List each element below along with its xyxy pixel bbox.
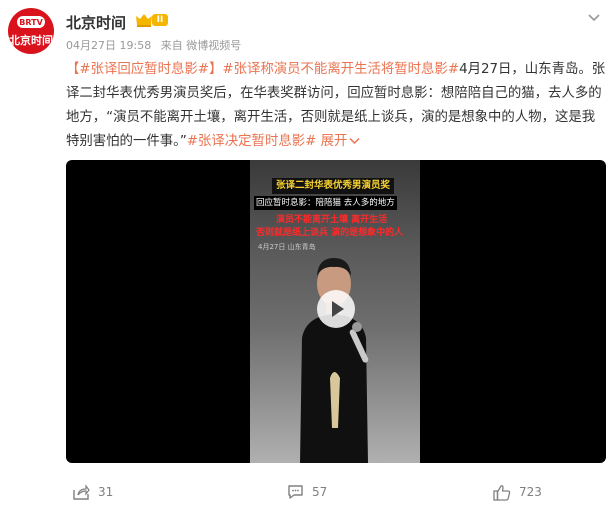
level-badge: II xyxy=(152,14,168,26)
comment-icon xyxy=(288,485,303,499)
brtv-logo-icon: BRTV xyxy=(17,16,45,28)
account-avatar[interactable]: BRTV 北京时间 xyxy=(8,8,54,54)
chevron-down-icon[interactable] xyxy=(586,12,602,24)
person-figure xyxy=(300,258,369,463)
crown-icon xyxy=(136,14,152,27)
action-bar: 31 57 723 xyxy=(0,477,614,507)
post-text: 【#张译回应暂时息影#】#张译称演员不能离开生活将暂时息影#4月27日，山东青岛… xyxy=(66,58,606,154)
post-meta: 04月27日 19:58 来自 微博视频号 xyxy=(66,37,247,53)
topic-tag[interactable]: #张译决定暂时息影# xyxy=(187,134,317,149)
like-button[interactable]: 723 xyxy=(493,477,542,507)
post-date[interactable]: 04月27日 19:58 xyxy=(66,39,151,52)
topic-tag[interactable]: 【#张译回应暂时息影#】 xyxy=(66,62,222,77)
svg-text:BRTV: BRTV xyxy=(19,18,43,27)
share-icon xyxy=(73,484,90,500)
share-button[interactable]: 31 xyxy=(72,477,113,507)
video-caption: 回应暂时息影：陪陪猫 去人多的地方 xyxy=(254,196,397,210)
video-caption: 演员不能离开土壤 离开生活 xyxy=(276,215,388,225)
thumbs-up-icon xyxy=(493,484,511,501)
account-name[interactable]: 北京时间 xyxy=(66,12,126,33)
topic-tag[interactable]: #张译称演员不能离开生活将暂时息影# xyxy=(222,62,459,77)
weibo-post-card: BRTV 北京时间 北京时间 II 04月27日 19:58 来自 微博视频号 … xyxy=(0,0,614,507)
video-caption: 否则就是纸上谈兵 演的是想象中的人 xyxy=(256,228,404,238)
chevron-down-icon xyxy=(349,137,360,145)
video-player[interactable]: 张译二封华表优秀男演员奖 回应暂时息影：陪陪猫 去人多的地方 演员不能离开土壤 … xyxy=(66,160,606,463)
comment-button[interactable]: 57 xyxy=(287,477,327,507)
avatar-label: 北京时间 xyxy=(9,34,53,47)
video-caption: 张译二封华表优秀男演员奖 xyxy=(272,178,395,194)
expand-link[interactable]: 展开 xyxy=(321,134,361,149)
share-count: 31 xyxy=(98,485,114,499)
like-count: 723 xyxy=(519,485,542,499)
play-button[interactable] xyxy=(317,290,355,328)
comment-count: 57 xyxy=(312,485,328,499)
post-source: 来自 微博视频号 xyxy=(160,39,242,52)
